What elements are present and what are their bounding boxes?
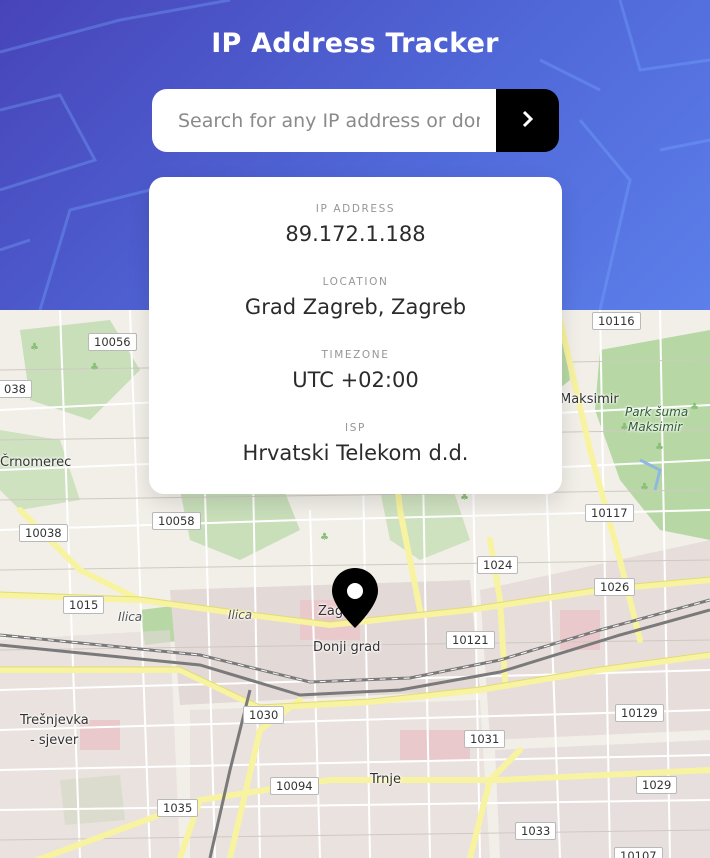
map-label-trnje: Trnje [370,772,401,787]
map-label-donji-grad: Donji grad [313,640,381,655]
isp-field: ISP Hrvatski Telekom d.d. [149,422,562,465]
ip-info-card: IP Address 89.172.1.188 Location Grad Za… [149,177,562,494]
chevron-right-icon [522,110,534,131]
location-label: Location [322,276,389,288]
map-label-ilica-2: Ilica [228,608,253,622]
road-number: 10117 [585,504,634,522]
road-number: 1031 [464,730,506,748]
road-number: 10121 [446,631,495,649]
svg-text:♣: ♣ [90,362,99,373]
map-label-tresnjevka: Trešnjevka [20,713,89,728]
road-number: 10058 [152,512,201,530]
road-number: 1026 [594,578,636,596]
road-number: 10094 [270,777,319,795]
map-label-crnomerec: Črnomerec [0,455,72,470]
ip-address-field: IP Address 89.172.1.188 [149,203,562,246]
road-number: 038 [0,380,32,398]
road-number: 10038 [19,524,68,542]
svg-text:♣: ♣ [655,442,664,453]
map-label-park-maksimir: Maksimir [628,420,683,434]
page-title: IP Address Tracker [211,28,499,59]
timezone-label: Timezone [321,349,390,361]
road-number: 1015 [63,596,105,614]
road-number: 1030 [243,706,285,724]
svg-text:♣: ♣ [690,402,699,413]
timezone-value: UTC +02:00 [292,368,419,392]
road-number: 10056 [88,333,137,351]
road-number: 10116 [592,312,641,330]
location-field: Location Grad Zagreb, Zagreb [149,276,562,319]
road-number: 1033 [515,822,557,840]
timezone-field: Timezone UTC +02:00 [149,349,562,392]
isp-label: ISP [345,422,366,434]
map-label-maksimir: Maksimir [560,392,619,407]
map-label-tresnjevka-sjever: - sjever [30,733,79,748]
map-label-park-suma: Park šuma [625,405,689,419]
svg-text:♣: ♣ [640,482,649,493]
search-bar [152,89,559,152]
road-number: 1035 [157,799,199,817]
search-submit-button[interactable] [496,89,559,152]
ip-address-label: IP Address [315,203,396,215]
svg-text:♣: ♣ [320,532,329,543]
road-number: 1024 [477,556,519,574]
road-number: 10129 [615,704,664,722]
location-value: Grad Zagreb, Zagreb [244,295,467,319]
road-number: 1029 [636,776,678,794]
map-label-ilica-1: Ilica [118,610,143,624]
location-pin-icon[interactable] [330,566,380,630]
ip-address-value: 89.172.1.188 [285,222,426,246]
isp-value: Hrvatski Telekom d.d. [242,441,469,465]
search-input[interactable] [152,89,496,152]
road-number: 10107 [614,847,663,858]
app-root: IP Address Tracker IP Address 89.172.1.1… [0,0,710,858]
svg-text:♣: ♣ [30,342,39,353]
